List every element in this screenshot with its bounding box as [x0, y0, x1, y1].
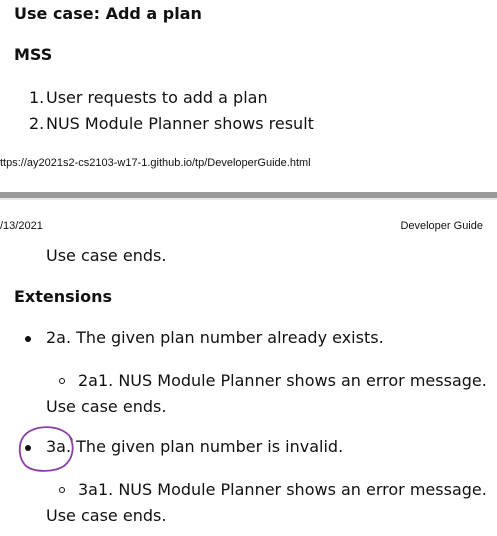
annotation-circle-icon	[18, 426, 74, 472]
